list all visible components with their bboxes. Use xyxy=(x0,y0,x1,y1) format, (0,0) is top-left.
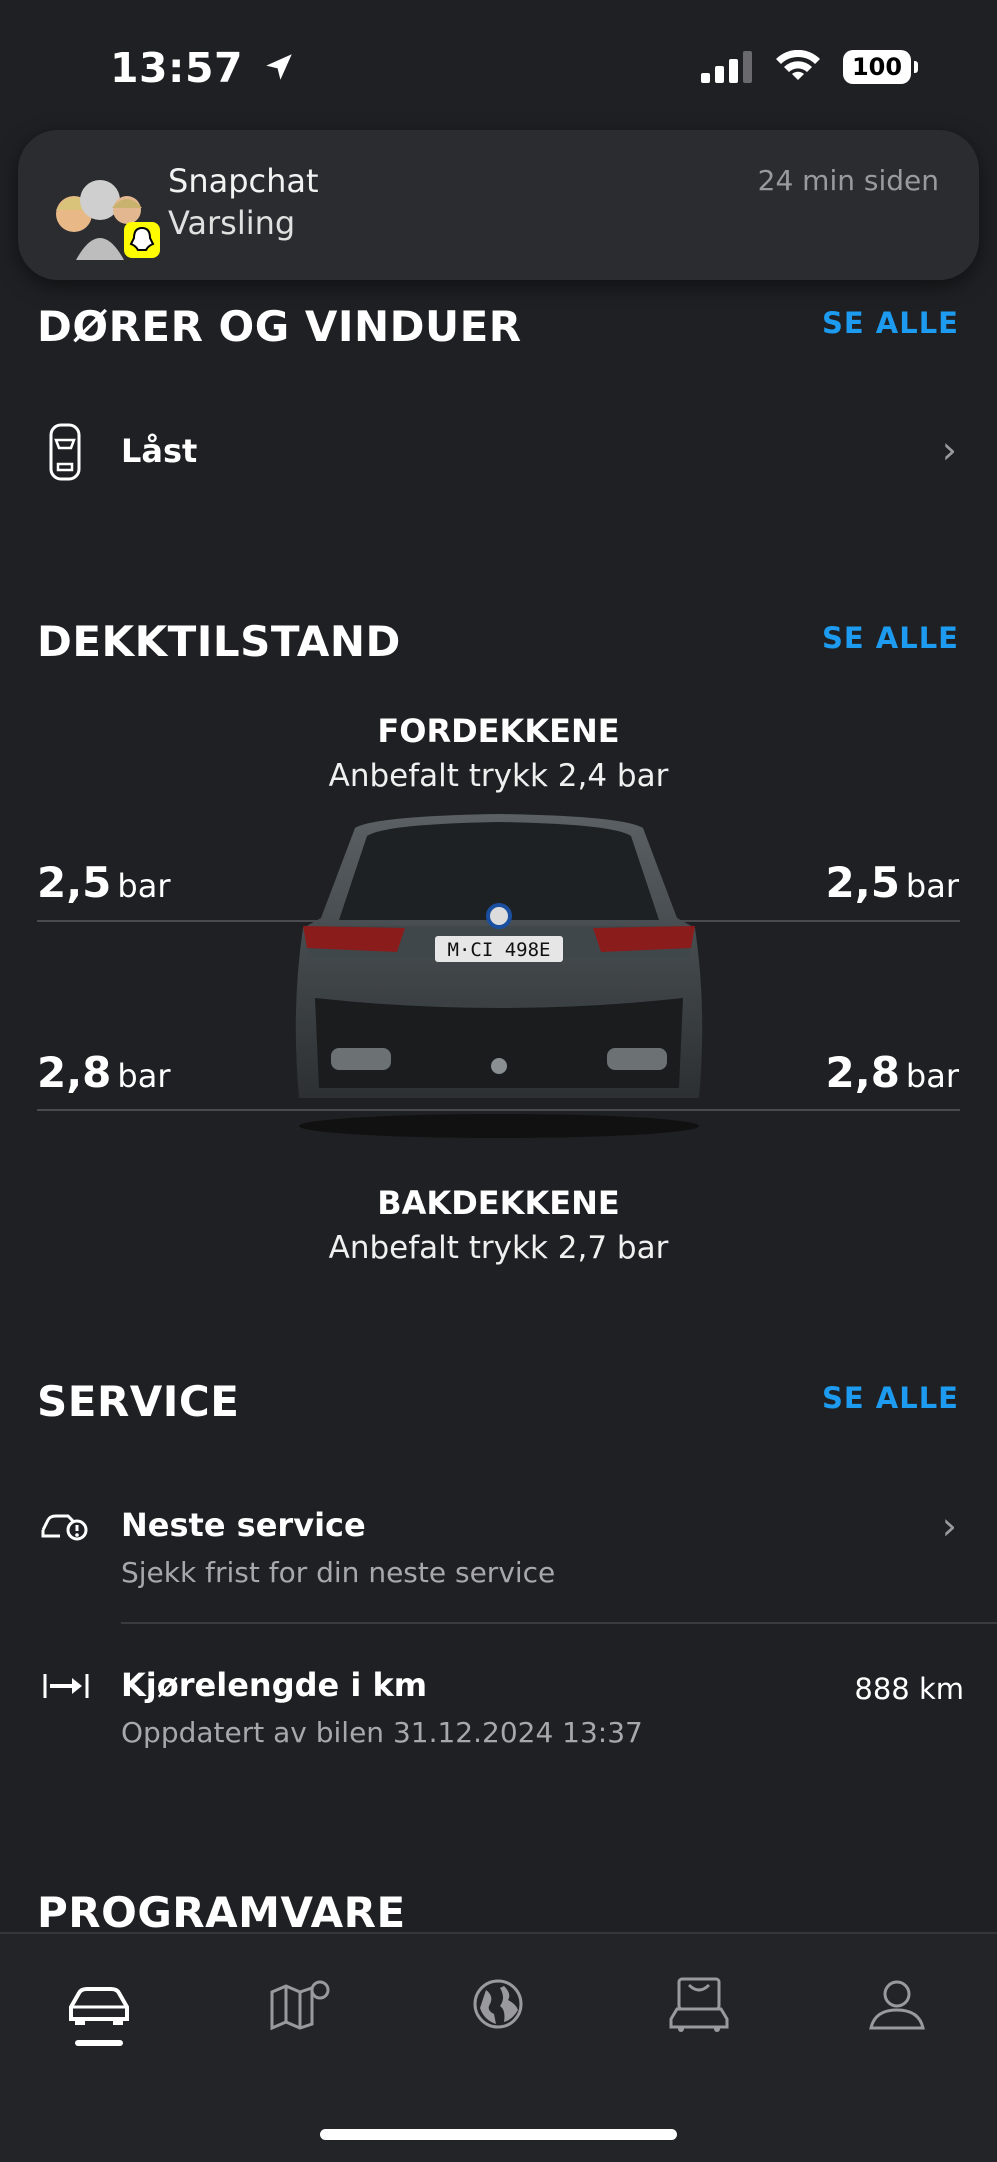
odometer-arrow-icon xyxy=(43,1674,89,1698)
profile-icon xyxy=(869,1980,925,2030)
doors-section-title: DØRER OG VINDUER xyxy=(37,302,522,351)
tire-front-left-value: 2,5 xyxy=(37,858,112,907)
tire-front-right-unit: bar xyxy=(905,867,959,905)
nav-globe[interactable] xyxy=(463,1974,533,2034)
tire-rear-left-value: 2,8 xyxy=(37,1048,112,1097)
bottom-navigation xyxy=(0,1932,997,2162)
tire-front-left: 2,5 bar xyxy=(37,858,170,907)
home-indicator xyxy=(320,2129,677,2140)
tire-front-right-value: 2,5 xyxy=(825,858,900,907)
license-plate-text: M·CI 498E xyxy=(448,939,551,961)
nav-car[interactable] xyxy=(64,1974,134,2034)
nav-shop[interactable] xyxy=(664,1974,734,2034)
mileage-title: Kjørelengde i km xyxy=(121,1666,428,1704)
snapchat-avatar-icon xyxy=(56,180,160,260)
mileage-value: 888 km xyxy=(854,1672,964,1706)
service-see-all-link[interactable]: SE ALLE xyxy=(822,1381,959,1415)
map-icon xyxy=(270,1980,330,2030)
car-icon xyxy=(69,1987,129,2025)
service-section-title: SERVICE xyxy=(37,1377,240,1426)
notification-app-name: Snapchat xyxy=(168,162,319,200)
tires-section-title: DEKKTILSTAND xyxy=(37,617,401,666)
notification-body: Varsling xyxy=(168,204,296,242)
chevron-right-icon: › xyxy=(941,1504,957,1548)
battery-indicator: 100 xyxy=(843,50,918,84)
notification-banner[interactable]: Snapchat Varsling 24 min siden xyxy=(18,130,979,280)
globe-icon xyxy=(473,1979,523,2029)
service-car-icon xyxy=(41,1514,88,1541)
next-service-title: Neste service xyxy=(121,1506,366,1544)
rear-tires-heading: BAKDEKKENE xyxy=(377,1184,620,1222)
tires-see-all-link[interactable]: SE ALLE xyxy=(822,621,959,655)
nav-profile[interactable] xyxy=(862,1974,932,2034)
tire-rear-left: 2,8 bar xyxy=(37,1048,170,1097)
car-rear-image: M·CI 498E xyxy=(295,814,703,1138)
tire-rear-right: 2,8 bar xyxy=(826,1048,959,1097)
front-tires-heading: FORDEKKENE xyxy=(377,712,620,750)
next-service-row[interactable]: Neste service Sjekk frist for din neste … xyxy=(0,1500,997,1610)
software-section-title: PROGRAMVARE xyxy=(37,1888,406,1937)
wifi-icon xyxy=(776,50,820,80)
chevron-right-icon: › xyxy=(941,428,957,472)
doors-lock-row[interactable]: Låst › xyxy=(0,408,997,498)
tire-front-left-unit: bar xyxy=(117,867,171,905)
nav-active-indicator xyxy=(75,2040,123,2046)
notification-time: 24 min siden xyxy=(757,164,939,197)
doors-see-all-link[interactable]: SE ALLE xyxy=(822,306,959,340)
location-arrow-icon xyxy=(266,54,292,80)
shop-icon xyxy=(669,1977,729,2032)
next-service-subtitle: Sjekk frist for din neste service xyxy=(121,1556,556,1589)
mileage-subtitle: Oppdatert av bilen 31.12.2024 13:37 xyxy=(121,1716,643,1749)
rear-tires-recommended: Anbefalt trykk 2,7 bar xyxy=(328,1230,669,1266)
service-divider xyxy=(121,1622,997,1624)
tire-front-right: 2,5 bar xyxy=(826,858,959,907)
mileage-row: Kjørelengde i km Oppdatert av bilen 31.1… xyxy=(0,1660,997,1770)
status-indicators: 100 xyxy=(701,50,918,84)
tire-rear-left-unit: bar xyxy=(117,1057,171,1095)
front-tires-recommended: Anbefalt trykk 2,4 bar xyxy=(328,758,669,794)
status-time: 13:57 xyxy=(110,44,296,92)
tire-rear-right-unit: bar xyxy=(905,1057,959,1095)
signal-icon xyxy=(701,51,752,83)
nav-map[interactable] xyxy=(265,1974,335,2034)
car-top-view-icon xyxy=(49,423,81,481)
doors-lock-status: Låst xyxy=(121,432,198,470)
tire-rear-right-value: 2,8 xyxy=(825,1048,900,1097)
